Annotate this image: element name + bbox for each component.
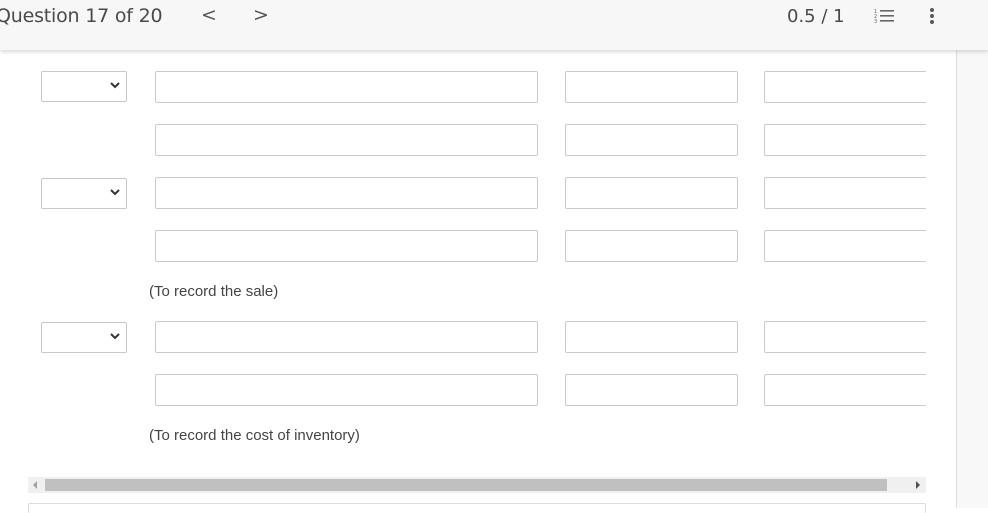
debit-input[interactable] xyxy=(565,374,738,406)
numbered-list-icon[interactable]: 1 2 3 xyxy=(874,8,896,24)
chevron-down-icon xyxy=(110,189,120,196)
debit-input[interactable] xyxy=(565,177,738,209)
credit-input[interactable] xyxy=(764,177,926,209)
account-input[interactable] xyxy=(155,124,538,156)
side-panel xyxy=(956,50,988,508)
account-input[interactable] xyxy=(155,374,538,406)
entry-note: (To record the cost of inventory) xyxy=(149,427,360,444)
chevron-left-icon[interactable]: < xyxy=(201,4,217,26)
scrollbar-thumb[interactable] xyxy=(45,479,887,491)
date-select[interactable] xyxy=(41,178,127,209)
debit-input[interactable] xyxy=(565,230,738,262)
account-input[interactable] xyxy=(155,230,538,262)
date-select[interactable] xyxy=(41,322,127,353)
question-counter: Question 17 of 20 xyxy=(0,5,163,27)
entry-note: (To record the sale) xyxy=(149,283,279,300)
account-input[interactable] xyxy=(155,177,538,209)
credit-input[interactable] xyxy=(764,374,926,406)
credit-input[interactable] xyxy=(764,321,926,353)
chevron-right-icon[interactable]: > xyxy=(253,4,269,26)
account-input[interactable] xyxy=(155,321,538,353)
scroll-left-arrow-icon[interactable] xyxy=(33,481,37,489)
question-header: Question 17 of 20 < > 0.5 / 1 1 2 3 xyxy=(0,0,988,50)
debit-input[interactable] xyxy=(565,321,738,353)
chevron-down-icon xyxy=(110,333,120,340)
credit-input[interactable] xyxy=(764,71,926,103)
more-vertical-icon[interactable] xyxy=(928,8,936,26)
svg-text:3: 3 xyxy=(874,19,877,24)
score-display: 0.5 / 1 xyxy=(787,6,845,27)
account-input[interactable] xyxy=(155,71,538,103)
horizontal-scrollbar[interactable] xyxy=(28,477,926,493)
scroll-right-arrow-icon[interactable] xyxy=(916,481,920,489)
chevron-down-icon xyxy=(110,82,120,89)
next-section-box xyxy=(28,503,926,513)
debit-input[interactable] xyxy=(565,71,738,103)
date-select[interactable] xyxy=(41,71,127,102)
credit-input[interactable] xyxy=(764,230,926,262)
credit-input[interactable] xyxy=(764,124,926,156)
debit-input[interactable] xyxy=(565,124,738,156)
